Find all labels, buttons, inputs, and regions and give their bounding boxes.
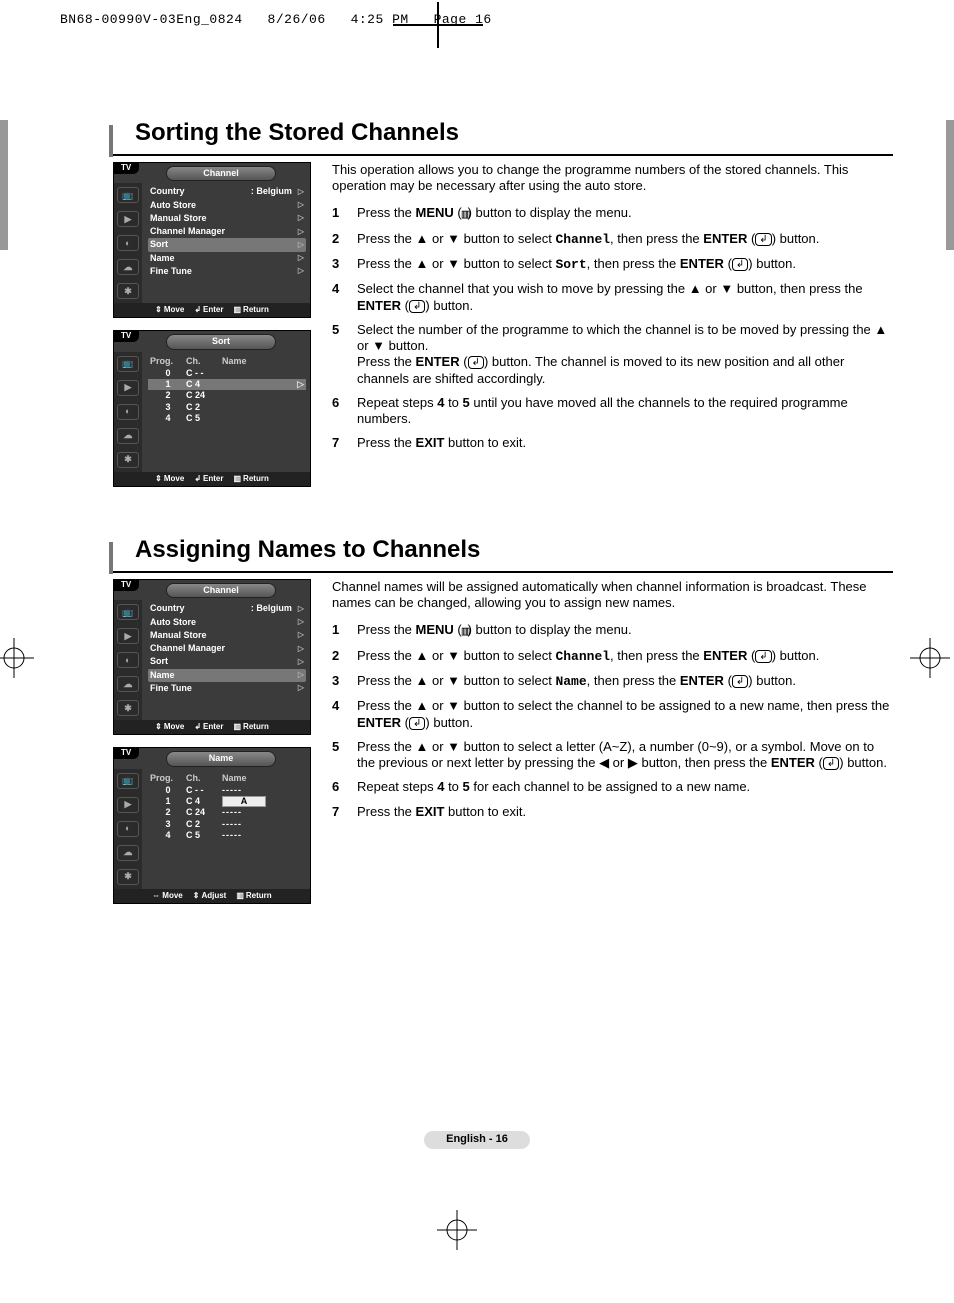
steps-list: 1Press the MENU (▥) button to display th…	[332, 622, 893, 820]
intro-text: This operation allows you to change the …	[332, 162, 893, 195]
step-text: Press the ▲ or ▼ button to select a lett…	[357, 739, 893, 772]
picture-icon: 📺	[117, 773, 139, 789]
media-icon: ▶	[117, 211, 139, 227]
step-text: Repeat steps 4 to 5 for each channel to …	[357, 779, 750, 795]
osd-footer: ⇕Move ↲Enter ▥Return	[114, 303, 310, 317]
setup-icon: ✱	[117, 452, 139, 468]
doc-filename: BN68-00990V-03Eng_0824	[60, 12, 243, 27]
setup-icon: ✱	[117, 283, 139, 299]
osd-title: Channel	[166, 166, 276, 181]
picture-icon: 📺	[117, 187, 139, 203]
section-accent-bar	[109, 125, 113, 157]
osd-channel-menu: TV Channel 📺 ▶ ◐ ☁ ✱ Country: Belgium▷ A…	[113, 579, 311, 735]
section-accent-bar	[109, 542, 113, 574]
setup-icon: ✱	[117, 700, 139, 716]
cloud-icon: ☁	[117, 428, 139, 444]
osd-icon-rail: 📺 ▶ ◐ ☁ ✱	[114, 183, 142, 303]
globe-icon: ◐	[117, 235, 139, 251]
osd-sort-menu: TV Sort 📺 ▶ ◐ ☁ ✱ Prog.	[113, 330, 311, 486]
page: BN68-00990V-03Eng_0824 8/26/06 4:25 PM P…	[0, 0, 954, 1303]
menu-item: Fine Tune	[150, 266, 298, 277]
step-text: Press the ▲ or ▼ button to select Channe…	[357, 231, 819, 248]
menu-item-selected: Sort	[150, 239, 298, 250]
steps-list: 1Press the MENU (▥) button to display th…	[332, 205, 893, 452]
picture-icon: 📺	[117, 604, 139, 620]
section-sorting: Sorting the Stored Channels TV Channel 📺…	[113, 118, 893, 499]
section-body: This operation allows you to change the …	[318, 162, 893, 460]
section-naming: Assigning Names to Channels TV Channel 📺…	[113, 535, 893, 916]
osd-tv-tab: TV	[113, 330, 139, 342]
page-number-pill: English - 16	[424, 1131, 530, 1149]
osd-list: Country: Belgium▷ Auto Store▷ Manual Sto…	[142, 183, 310, 303]
section-title: Sorting the Stored Channels	[135, 118, 893, 148]
crop-mark-right	[910, 638, 950, 678]
step-text: Press the MENU (▥) button to display the…	[357, 622, 632, 640]
osd-channel-menu: TV Channel 📺 ▶ ◐ ☁ ✱ Country: Belgium▷ A…	[113, 162, 311, 318]
osd-name-menu: TV Name 📺 ▶ ◐ ☁ ✱ Prog.	[113, 747, 311, 903]
crop-mark-top	[437, 2, 439, 48]
media-icon: ▶	[117, 628, 139, 644]
cloud-icon: ☁	[117, 259, 139, 275]
menu-item: Manual Store	[150, 213, 298, 224]
media-icon: ▶	[117, 797, 139, 813]
crop-mark-left	[0, 638, 34, 678]
intro-text: Channel names will be assigned automatic…	[332, 579, 893, 612]
page-footer: English - 16	[0, 1130, 954, 1149]
menu-item: Name	[150, 253, 298, 264]
media-icon: ▶	[117, 380, 139, 396]
menu-item: Auto Store	[150, 200, 298, 211]
osd-title: Sort	[166, 334, 276, 349]
globe-icon: ◐	[117, 404, 139, 420]
menu-item: Channel Manager	[150, 226, 298, 237]
setup-icon: ✱	[117, 869, 139, 885]
step-text: Press the ▲ or ▼ button to select Channe…	[357, 648, 819, 665]
step-text: Press the MENU (▥) button to display the…	[357, 205, 632, 223]
section-rule	[113, 154, 893, 156]
step-text: Press the ▲ or ▼ button to select Name, …	[357, 673, 796, 690]
edge-indicator-left	[0, 120, 8, 250]
section-rule	[113, 571, 893, 573]
step-text: Repeat steps 4 to 5 until you have moved…	[357, 395, 893, 428]
step-text: Select the number of the programme to wh…	[357, 322, 893, 387]
step-text: Press the ▲ or ▼ button to select the ch…	[357, 698, 893, 731]
menu-item: Country	[150, 186, 251, 197]
picture-icon: 📺	[117, 356, 139, 372]
doc-date: 8/26/06	[268, 12, 326, 27]
cloud-icon: ☁	[117, 676, 139, 692]
step-text: Select the channel that you wish to move…	[357, 281, 893, 314]
osd-tv-tab: TV	[113, 162, 139, 174]
section-title: Assigning Names to Channels	[135, 535, 893, 565]
globe-icon: ◐	[117, 652, 139, 668]
step-text: Press the ▲ or ▼ button to select Sort, …	[357, 256, 796, 273]
step-text: Press the EXIT button to exit.	[357, 804, 526, 820]
globe-icon: ◐	[117, 821, 139, 837]
cloud-icon: ☁	[117, 845, 139, 861]
edge-indicator-right	[946, 120, 954, 250]
step-text: Press the EXIT button to exit.	[357, 435, 526, 451]
crop-mark-bottom	[437, 1210, 477, 1250]
